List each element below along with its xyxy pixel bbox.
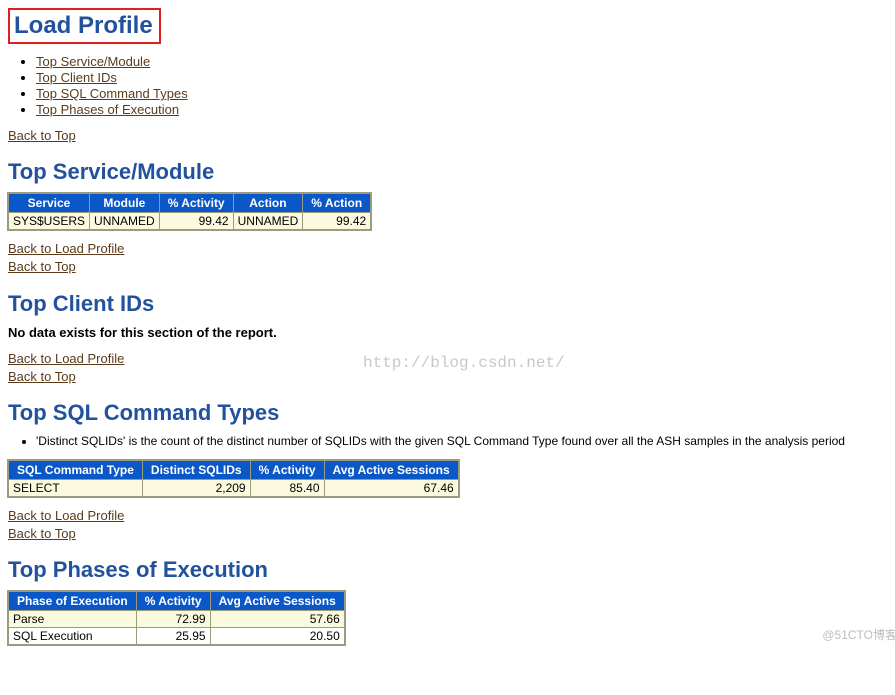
th-avg-active-sessions: Avg Active Sessions	[324, 460, 458, 479]
cell: 72.99	[136, 611, 210, 628]
toc-link-phases[interactable]: Top Phases of Execution	[36, 102, 179, 117]
cell: 2,209	[142, 479, 250, 496]
section-title-phases: Top Phases of Execution	[8, 557, 895, 583]
th-distinct-sqlids: Distinct SQLIDs	[142, 460, 250, 479]
note-text: 'Distinct SQLIDs' is the count of the di…	[36, 434, 895, 448]
cell: UNNAMED	[90, 213, 160, 230]
th-avg-active-sessions: Avg Active Sessions	[210, 592, 344, 611]
th-pct-action: % Action	[303, 194, 371, 213]
th-pct-activity: % Activity	[250, 460, 324, 479]
back-to-top-link[interactable]: Back to Top	[8, 259, 76, 274]
section-title-service-module: Top Service/Module	[8, 159, 895, 185]
table-service-module: Service Module % Activity Action % Actio…	[8, 193, 371, 230]
cell: Parse	[9, 611, 137, 628]
no-data-message: No data exists for this section of the r…	[8, 325, 895, 340]
cell: SELECT	[9, 479, 143, 496]
back-to-load-profile-link[interactable]: Back to Load Profile	[8, 508, 124, 523]
page-title: Load Profile	[8, 8, 161, 44]
table-row: SYS$USERS UNNAMED 99.42 UNNAMED 99.42	[9, 213, 371, 230]
table-row: SQL Execution 25.95 20.50	[9, 628, 345, 645]
toc-link-service-module[interactable]: Top Service/Module	[36, 54, 150, 69]
table-phases: Phase of Execution % Activity Avg Active…	[8, 591, 345, 645]
cell: SYS$USERS	[9, 213, 90, 230]
cell: 85.40	[250, 479, 324, 496]
cell: 25.95	[136, 628, 210, 645]
table-row: SELECT 2,209 85.40 67.46	[9, 479, 459, 496]
th-pct-activity: % Activity	[136, 592, 210, 611]
note-list: 'Distinct SQLIDs' is the count of the di…	[36, 434, 895, 448]
cell: 67.46	[324, 479, 458, 496]
th-action: Action	[233, 194, 303, 213]
table-row: Parse 72.99 57.66	[9, 611, 345, 628]
cell: UNNAMED	[233, 213, 303, 230]
cell: 99.42	[303, 213, 371, 230]
toc-link-client-ids[interactable]: Top Client IDs	[36, 70, 117, 85]
toc-list: Top Service/Module Top Client IDs Top SQ…	[36, 54, 895, 117]
back-to-top-link[interactable]: Back to Top	[8, 526, 76, 541]
th-sql-command-type: SQL Command Type	[9, 460, 143, 479]
watermark-corner: @51CTO博客	[822, 626, 895, 643]
section-title-client-ids: Top Client IDs	[8, 291, 895, 317]
back-to-load-profile-link[interactable]: Back to Load Profile	[8, 351, 124, 366]
back-to-top-link[interactable]: Back to Top	[8, 128, 76, 143]
th-module: Module	[90, 194, 160, 213]
cell: 57.66	[210, 611, 344, 628]
table-sql-command-types: SQL Command Type Distinct SQLIDs % Activ…	[8, 460, 459, 497]
th-pct-activity: % Activity	[159, 194, 233, 213]
section-title-sql-command-types: Top SQL Command Types	[8, 400, 895, 426]
th-service: Service	[9, 194, 90, 213]
cell: 20.50	[210, 628, 344, 645]
back-to-top-link[interactable]: Back to Top	[8, 369, 76, 384]
back-to-load-profile-link[interactable]: Back to Load Profile	[8, 241, 124, 256]
toc-link-sql-command-types[interactable]: Top SQL Command Types	[36, 86, 188, 101]
cell: 99.42	[159, 213, 233, 230]
th-phase: Phase of Execution	[9, 592, 137, 611]
cell: SQL Execution	[9, 628, 137, 645]
